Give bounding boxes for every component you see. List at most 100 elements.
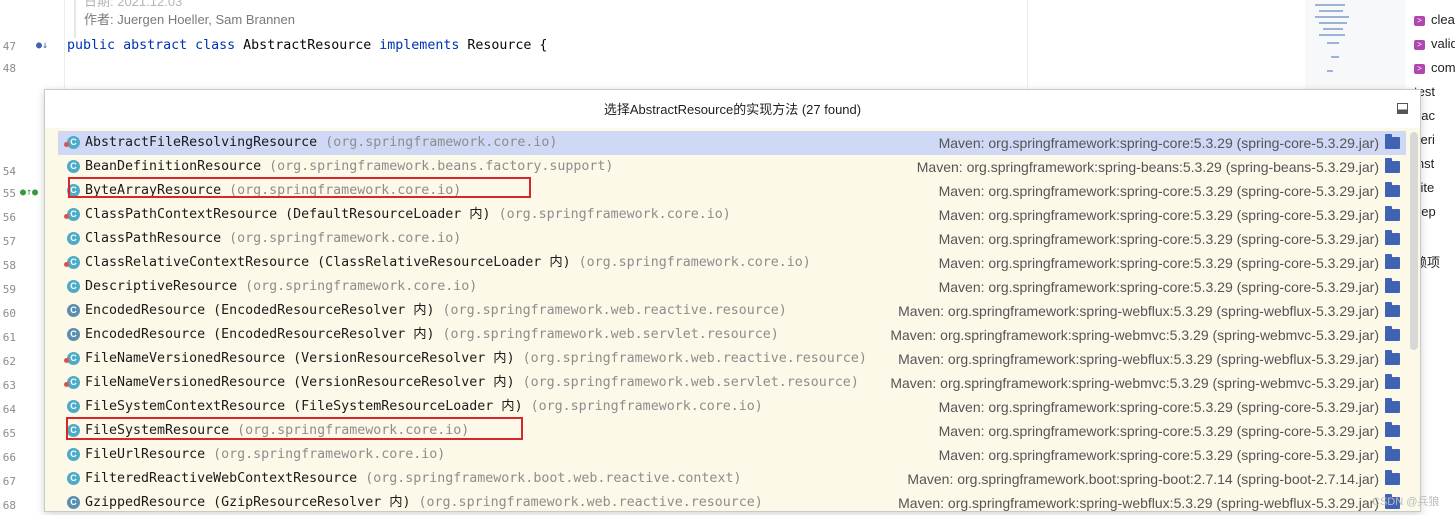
class-name: FilteredReactiveWebContextResource (org.… <box>85 471 742 486</box>
class-icon: C <box>67 496 80 509</box>
library-jar-icon <box>1385 374 1400 389</box>
implementation-row[interactable]: C FileUrlResource (org.springframework.c… <box>58 443 1406 467</box>
minimap-line <box>1323 28 1343 30</box>
class-name: AbstractResource <box>243 38 372 53</box>
maven-goal-icon: > <box>1414 63 1425 74</box>
library-path: Maven: org.springframework:spring-webflu… <box>898 495 1379 511</box>
implementations-gutter-icon[interactable]: ●↓ <box>36 40 48 51</box>
class-icon: C <box>67 280 80 293</box>
class-icon: C <box>64 136 80 149</box>
line-number: 64 <box>2 403 16 416</box>
line-number: 55 <box>2 187 16 200</box>
implementation-row[interactable]: C AbstractFileResolvingResource (org.spr… <box>58 131 1406 155</box>
structure-item[interactable]: > com <box>1414 60 1455 75</box>
library-path: Maven: org.springframework:spring-webflu… <box>898 351 1379 367</box>
javadoc-author: 作者: Juergen Hoeller, Sam Brannen <box>84 12 295 27</box>
keyword: abstract <box>123 38 188 53</box>
library-path: Maven: org.springframework:spring-core:5… <box>938 447 1379 463</box>
implementation-row[interactable]: C GzippedResource (GzipResourceResolver … <box>58 491 1406 511</box>
line-number: 68 <box>2 499 16 512</box>
library-path: Maven: org.springframework:spring-webmvc… <box>890 327 1379 343</box>
library-path: Maven: org.springframework:spring-core:5… <box>938 135 1379 151</box>
class-name: ClassRelativeContextResource (ClassRelat… <box>85 255 811 270</box>
minimap-line <box>1319 34 1345 36</box>
class-icon: C <box>67 400 80 413</box>
implementation-row[interactable]: C ClassPathResource (org.springframework… <box>58 227 1406 251</box>
line-number: 48 <box>2 62 16 75</box>
line-number: 54 <box>2 165 16 178</box>
minimap-line <box>1315 16 1349 18</box>
minimap[interactable] <box>1305 0 1405 90</box>
implementation-row[interactable]: C FileNameVersionedResource (VersionReso… <box>58 371 1406 395</box>
class-icon: C <box>67 472 80 485</box>
library-path: Maven: org.springframework:spring-core:5… <box>938 207 1379 223</box>
library-jar-icon <box>1385 398 1400 413</box>
library-path: Maven: org.springframework.boot:spring-b… <box>907 471 1379 487</box>
library-jar-icon <box>1385 422 1400 437</box>
class-name: FileNameVersionedResource (VersionResour… <box>85 351 867 366</box>
implementation-row[interactable]: C BeanDefinitionResource (org.springfram… <box>58 155 1406 179</box>
line-number: 65 <box>2 427 16 440</box>
library-jar-icon <box>1385 446 1400 461</box>
implementation-row[interactable]: C DescriptiveResource (org.springframewo… <box>58 275 1406 299</box>
line-number: 58 <box>2 259 16 272</box>
implementation-row[interactable]: C FileNameVersionedResource (VersionReso… <box>58 347 1406 371</box>
implementation-row[interactable]: C ClassRelativeContextResource (ClassRel… <box>58 251 1406 275</box>
line-number: 56 <box>2 211 16 224</box>
library-jar-icon <box>1385 158 1400 173</box>
line-number: 61 <box>2 331 16 344</box>
structure-item[interactable]: > clea <box>1414 12 1455 27</box>
line-number: 63 <box>2 379 16 392</box>
class-icon: C <box>67 328 80 341</box>
annotation-highlight-box <box>66 417 523 440</box>
library-jar-icon <box>1385 278 1400 293</box>
class-name: EncodedResource (EncodedResourceResolver… <box>85 327 779 342</box>
line-number: 59 <box>2 283 16 296</box>
library-jar-icon <box>1385 326 1400 341</box>
implementation-row[interactable]: C ClassPathContextResource (DefaultResou… <box>58 203 1406 227</box>
implementation-row[interactable]: C EncodedResource (EncodedResourceResolv… <box>58 299 1406 323</box>
popup-title: 选择AbstractResource的实现方法 (27 found) <box>603 102 862 117</box>
open-in-find-window-icon[interactable] <box>1397 103 1408 114</box>
keyword: class <box>195 38 236 53</box>
keyword: implements <box>379 38 460 53</box>
library-path: Maven: org.springframework:spring-core:5… <box>938 423 1379 439</box>
class-icon: C <box>64 208 80 221</box>
structure-item[interactable]: > valid <box>1414 36 1455 51</box>
right-margin-guide <box>1027 0 1028 90</box>
line-number: 57 <box>2 235 16 248</box>
brace: { <box>539 38 548 53</box>
line-number: 62 <box>2 355 16 368</box>
library-jar-icon <box>1385 350 1400 365</box>
library-jar-icon <box>1385 302 1400 317</box>
library-jar-icon <box>1385 182 1400 197</box>
class-icon: C <box>64 376 80 389</box>
popup-header: 选择AbstractResource的实现方法 (27 found) <box>45 90 1420 128</box>
class-icon: C <box>67 304 80 317</box>
override-gutter-icon[interactable]: ●↑● <box>20 187 38 198</box>
maven-goal-icon: > <box>1414 39 1425 50</box>
interface-name: Resource <box>467 38 532 53</box>
minimap-line <box>1319 22 1347 24</box>
library-path: Maven: org.springframework:spring-core:5… <box>938 399 1379 415</box>
popup-scrollbar[interactable] <box>1410 132 1418 350</box>
class-name: FileSystemContextResource (FileSystemRes… <box>85 399 763 414</box>
implementation-row[interactable]: C FilteredReactiveWebContextResource (or… <box>58 467 1406 491</box>
implementation-row[interactable]: C FileSystemContextResource (FileSystemR… <box>58 395 1406 419</box>
class-name: EncodedResource (EncodedResourceResolver… <box>85 303 787 318</box>
library-jar-icon <box>1385 134 1400 149</box>
class-icon: C <box>67 160 80 173</box>
maven-goal-icon: > <box>1414 15 1425 26</box>
class-name: DescriptiveResource (org.springframework… <box>85 279 478 294</box>
line-number: 66 <box>2 451 16 464</box>
minimap-line <box>1319 10 1343 12</box>
implementation-row[interactable]: C EncodedResource (EncodedResourceResolv… <box>58 323 1406 347</box>
library-path: Maven: org.springframework:spring-webflu… <box>898 303 1379 319</box>
class-declaration[interactable]: public abstract class AbstractResource i… <box>67 38 547 53</box>
class-icon: C <box>64 256 80 269</box>
library-path: Maven: org.springframework:spring-core:5… <box>938 183 1379 199</box>
library-jar-icon <box>1385 206 1400 221</box>
class-name: ClassPathResource (org.springframework.c… <box>85 231 462 246</box>
minimap-line <box>1327 70 1333 72</box>
class-name: FileUrlResource (org.springframework.cor… <box>85 447 446 462</box>
